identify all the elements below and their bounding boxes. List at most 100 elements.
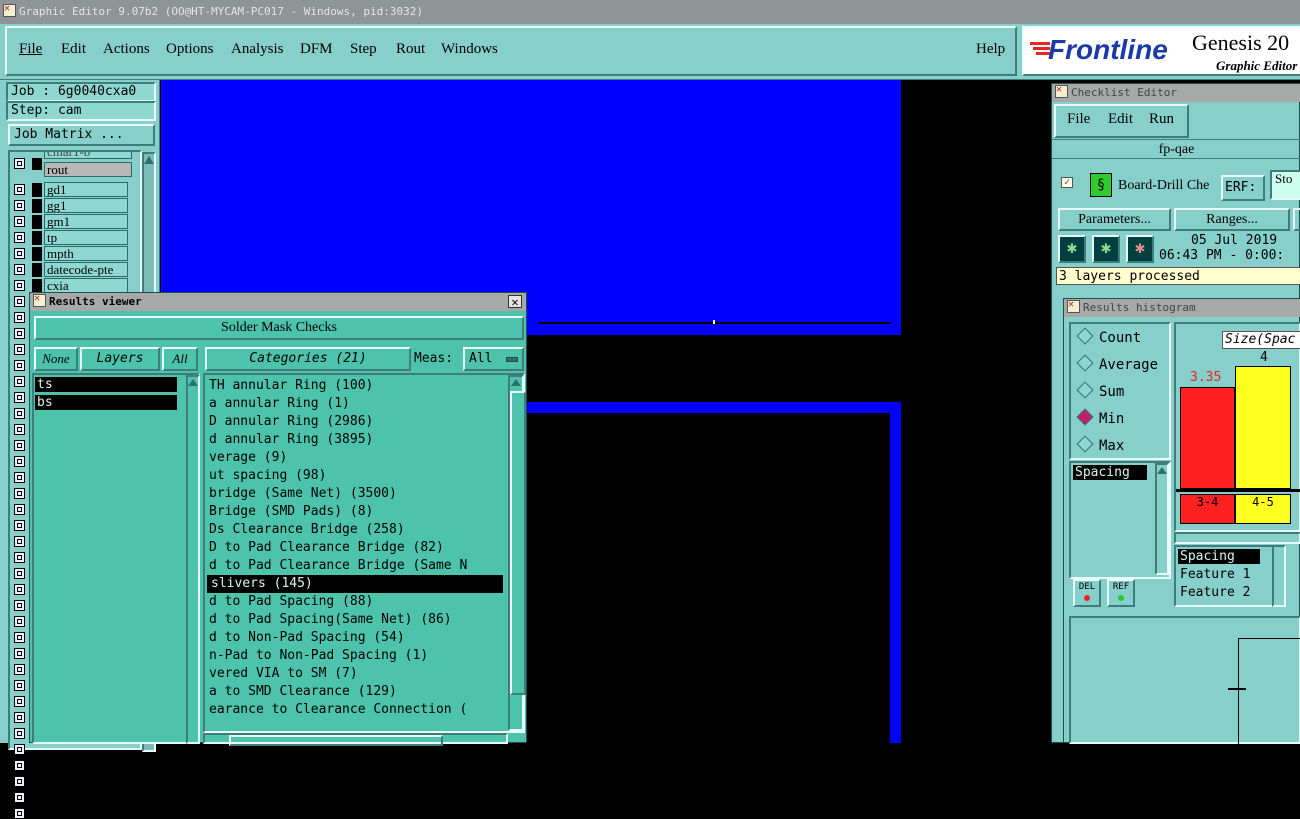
menu-rout[interactable]: Rout [396,41,425,58]
categories-button[interactable]: Categories (21) [205,347,411,371]
menu-step[interactable]: Step [350,41,377,58]
chart-hscrollbar[interactable] [1174,532,1300,544]
layer-checkbox[interactable] [14,760,25,771]
radio-icon[interactable] [1076,327,1094,345]
detail-row[interactable]: Feature 1 [1178,567,1268,582]
category-item[interactable]: TH annular Ring (100) [205,377,505,395]
layer-checkbox[interactable] [14,744,25,755]
categories-hscrollbar[interactable] [203,733,508,746]
layer-results-scrollbar[interactable] [186,375,200,744]
category-item[interactable]: earance to Clearance Connection ( [205,701,505,719]
category-item[interactable]: ut spacing (98) [205,467,505,485]
layer-checkbox[interactable] [14,424,25,435]
all-button[interactable]: All [162,347,198,371]
layer-checkbox[interactable] [14,664,25,675]
layer-checkbox[interactable] [14,312,25,323]
layer-checkbox[interactable] [14,328,25,339]
scroll-up-icon[interactable] [144,156,154,164]
layer-checkbox[interactable] [14,440,25,451]
layer-checkbox[interactable] [14,200,25,211]
layer-checkbox[interactable] [14,568,25,579]
layer-result-item[interactable]: ts [35,377,177,392]
layer-checkbox[interactable] [14,392,25,403]
layer-checkbox[interactable] [14,792,25,803]
category-item[interactable]: d to Non-Pad Spacing (54) [205,629,505,647]
category-item[interactable]: verage (9) [205,449,505,467]
layer-checkbox[interactable] [14,648,25,659]
layer-checkbox[interactable] [14,808,25,819]
run-icon[interactable]: ✱ [1058,235,1086,263]
category-item[interactable]: d annular Ring (3895) [205,431,505,449]
layer-checkbox[interactable] [14,184,25,195]
stat-option[interactable]: Count [1076,327,1141,346]
category-item[interactable]: n-Pad to Non-Pad Spacing (1) [205,647,505,665]
layer-checkbox[interactable] [14,712,25,723]
check-name[interactable]: Board-Drill Che [1118,178,1209,194]
radio-icon[interactable] [1076,381,1094,399]
category-item[interactable]: d to Pad Clearance Bridge (Same N [205,557,505,575]
stat-option[interactable]: Average [1076,354,1158,373]
job-matrix-button[interactable]: Job Matrix ... [8,124,155,146]
menu-edit[interactable]: Edit [61,41,86,58]
menu-analysis[interactable]: Analysis [231,41,284,58]
histogram-bar[interactable] [1235,366,1291,489]
checklist-menu-file[interactable]: File [1067,111,1090,128]
layer-checkbox[interactable] [14,696,25,707]
layer-checkbox[interactable] [14,456,25,467]
category-item[interactable]: d to Pad Spacing(Same Net) (86) [205,611,505,629]
stat-option[interactable]: Max [1076,435,1124,454]
check-flag-icon[interactable]: ✓ [1061,177,1073,188]
histogram-bar[interactable] [1180,387,1235,489]
category-item[interactable]: Ds Clearance Bridge (258) [205,521,505,539]
run-all-icon[interactable]: ✱ [1092,235,1120,263]
layer-item[interactable]: cxia [44,278,128,293]
del-button[interactable]: DEL [1073,579,1101,607]
layer-item[interactable]: datecode-pte [44,262,128,277]
category-item[interactable]: slivers (145) [207,575,503,593]
layer-checkbox[interactable] [14,552,25,563]
scroll-up-icon[interactable] [1157,467,1167,474]
layer-checkbox[interactable] [14,408,25,419]
detail-scrollbar[interactable] [1272,545,1286,607]
layer-checkbox[interactable] [14,472,25,483]
category-item[interactable]: D annular Ring (2986) [205,413,505,431]
scroll-thumb[interactable] [510,391,526,695]
layer-checkbox[interactable] [14,280,25,291]
layer-checkbox[interactable] [14,248,25,259]
parameters-button[interactable]: Parameters... [1058,208,1171,231]
category-item[interactable]: d to Pad Spacing (88) [205,593,505,611]
layer-checkbox[interactable] [14,584,25,595]
menu-file[interactable]: File [19,41,42,58]
layer-checkbox[interactable] [14,216,25,227]
scroll-up-icon[interactable] [188,379,198,386]
none-button[interactable]: None [34,347,78,371]
layer-item[interactable]: rout [44,162,132,177]
layer-item[interactable]: gg1 [44,198,128,213]
categories-scrollbar[interactable] [508,375,526,731]
layer-checkbox[interactable] [14,728,25,739]
layer-checkbox[interactable] [14,680,25,691]
layer-checkbox[interactable] [14,520,25,531]
category-item[interactable]: a to SMD Clearance (129) [205,683,505,701]
category-item[interactable]: a annular Ring (1) [205,395,505,413]
menu-actions[interactable]: Actions [103,41,150,58]
layer-checkbox[interactable] [14,376,25,387]
histogram-list-item[interactable]: Spacing [1073,465,1147,480]
layer-checkbox[interactable] [14,504,25,515]
category-item[interactable]: Bridge (SMD Pads) (8) [205,503,505,521]
close-icon[interactable]: ✕ [508,295,522,308]
radio-icon[interactable] [1076,354,1094,372]
stat-option[interactable]: Min [1076,408,1124,427]
layer-result-item[interactable]: bs [35,395,177,410]
ref-button[interactable]: REF [1107,579,1135,607]
layer-checkbox[interactable] [14,616,25,627]
stop-icon[interactable]: ✱ [1126,235,1154,263]
detail-row[interactable]: Feature 2 [1178,585,1268,600]
detail-row-selected[interactable]: Spacing [1178,549,1260,564]
stat-option[interactable]: Sum [1076,381,1124,400]
radio-icon[interactable] [1076,435,1094,453]
layer-checkbox[interactable] [14,344,25,355]
layer-item[interactable]: gm1 [44,214,128,229]
erf-label[interactable]: ERF: [1221,175,1265,201]
histogram-list-scrollbar[interactable] [1155,463,1169,575]
